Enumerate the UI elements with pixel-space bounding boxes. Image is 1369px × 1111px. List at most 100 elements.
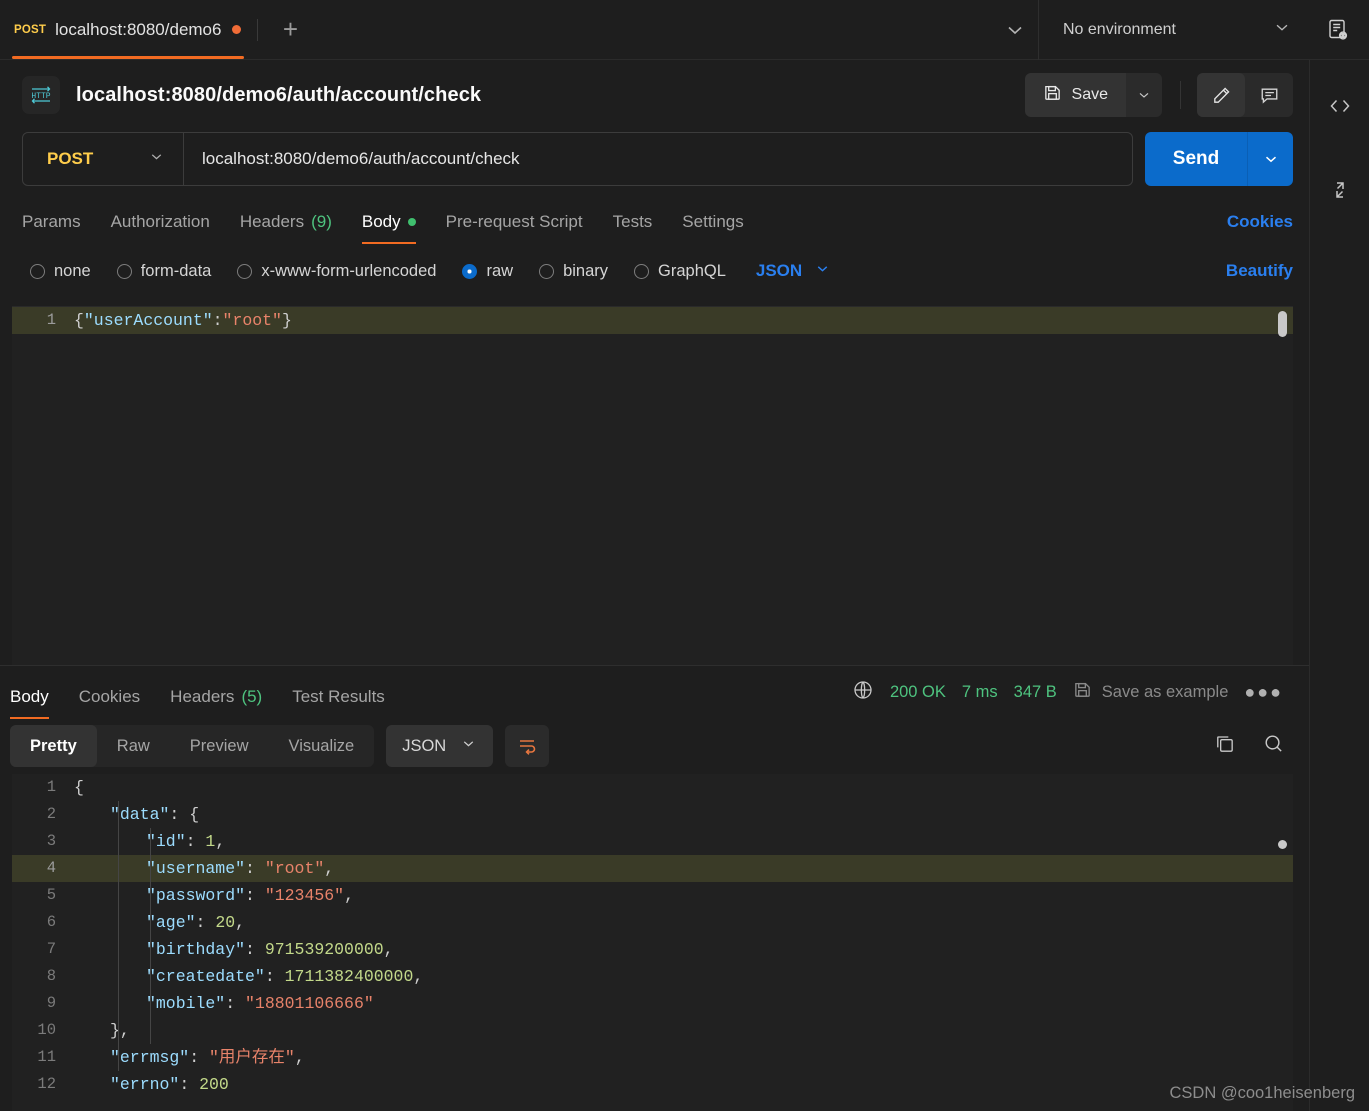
code-token: : xyxy=(245,940,265,959)
expand-collapse-icon[interactable] xyxy=(1322,172,1358,208)
wrap-lines-icon[interactable] xyxy=(505,725,550,767)
view-mode-preview[interactable]: Preview xyxy=(170,725,269,767)
code-token: : xyxy=(264,967,285,986)
tab-tests[interactable]: Tests xyxy=(613,196,653,248)
response-body-lines: 1{2 "data": {3 "id": 1, 4 "username": "root"… xyxy=(12,774,1293,1098)
tab-params[interactable]: Params xyxy=(22,196,81,248)
code-token: "userAccount" xyxy=(83,311,213,330)
new-tab-button[interactable]: + xyxy=(270,10,310,50)
workspace: HTTP localhost:8080/demo6/auth/account/c… xyxy=(0,60,1369,1111)
code-line: 10}, xyxy=(12,1017,1293,1044)
tab-authorization[interactable]: Authorization xyxy=(111,196,210,248)
response-tab-cookies[interactable]: Cookies xyxy=(79,671,140,723)
floppy-disk-icon xyxy=(1073,680,1092,704)
code-text: "birthday": 971539200000, xyxy=(74,936,394,963)
code-token: 200 xyxy=(199,1075,229,1094)
request-editor-scrollbar[interactable] xyxy=(1278,311,1287,337)
pencil-icon[interactable] xyxy=(1197,73,1245,117)
response-editor-scrollbar[interactable] xyxy=(1278,840,1287,849)
tab-label: Settings xyxy=(682,212,744,231)
view-mode-pretty[interactable]: Pretty xyxy=(10,725,97,767)
request-header: HTTP localhost:8080/demo6/auth/account/c… xyxy=(0,60,1309,130)
cookies-link[interactable]: Cookies xyxy=(1227,212,1293,232)
line-number: 8 xyxy=(46,967,56,985)
globe-icon[interactable] xyxy=(852,679,874,706)
environment-selector[interactable]: No environment xyxy=(1039,0,1307,60)
comment-icon[interactable] xyxy=(1245,73,1293,117)
line-number: 1 xyxy=(46,311,56,329)
code-line: 7 "birthday": 971539200000, xyxy=(12,936,1293,963)
code-line: 1 {"userAccount":"root"} xyxy=(12,307,1293,334)
save-options-chevron-down-icon[interactable] xyxy=(1126,73,1162,117)
response-headers-count: (5) xyxy=(241,687,263,706)
code-text: "errmsg": "用户存在", xyxy=(74,1044,305,1071)
send-options-chevron-down-icon[interactable] xyxy=(1247,132,1293,186)
request-actions-group xyxy=(1197,73,1293,117)
beautify-button[interactable]: Beautify xyxy=(1226,261,1293,281)
tab-label: Cookies xyxy=(78,687,141,706)
tab-separator xyxy=(257,18,259,41)
url-bar: POST localhost:8080/demo6/auth/account/c… xyxy=(0,132,1309,186)
line-number: 12 xyxy=(37,1075,56,1093)
environment-label: No environment xyxy=(1063,20,1176,38)
code-token: , xyxy=(235,913,246,932)
tab-settings[interactable]: Settings xyxy=(682,196,743,248)
response-tab-body[interactable]: Body xyxy=(10,671,49,723)
body-type-form-data[interactable]: form-data xyxy=(116,262,211,281)
code-text: "errno": 200 xyxy=(74,1071,229,1098)
radio-label: binary xyxy=(563,261,609,280)
response-body-editor[interactable]: 1{2 "data": {3 "id": 1, 4 "username": "root"… xyxy=(12,774,1293,1111)
postman-window: POST localhost:8080/demo6 + No environme… xyxy=(0,0,1369,1111)
response-tab-test-results[interactable]: Test Results xyxy=(292,671,385,723)
request-tab[interactable]: POST localhost:8080/demo6 xyxy=(0,0,257,59)
view-mode-visualize[interactable]: Visualize xyxy=(268,725,374,767)
view-mode-raw[interactable]: Raw xyxy=(97,725,170,767)
url-input[interactable]: localhost:8080/demo6/auth/account/check xyxy=(184,149,1132,169)
line-number: 7 xyxy=(46,940,56,958)
tab-pre-request-script[interactable]: Pre-request Script xyxy=(446,196,583,248)
radio-icon xyxy=(634,263,650,279)
code-text: "age": 20, xyxy=(74,909,245,936)
body-type-raw[interactable]: raw xyxy=(462,262,513,281)
code-token: : xyxy=(169,805,190,824)
response-tab-headers[interactable]: Headers (5) xyxy=(170,671,262,723)
http-method-select[interactable]: POST xyxy=(23,133,183,185)
tab-bar: POST localhost:8080/demo6 + No environme… xyxy=(0,0,1369,60)
body-format-select[interactable]: JSON xyxy=(756,260,831,282)
indent-guide xyxy=(118,801,119,1071)
body-type-binary[interactable]: binary xyxy=(539,262,608,281)
search-icon[interactable] xyxy=(1262,732,1285,760)
ellipsis-icon[interactable]: ●●● xyxy=(1244,682,1283,703)
response-format-select[interactable]: JSON xyxy=(386,725,494,767)
save-button-label: Save xyxy=(1071,86,1108,103)
http-method-label: POST xyxy=(47,149,94,168)
body-type-x-www-form-urlencoded[interactable]: x-www-form-urlencoded xyxy=(237,262,436,281)
line-number: 9 xyxy=(46,994,56,1012)
body-type-graphql[interactable]: GraphQL xyxy=(634,262,726,281)
code-line: 4 "username": "root", xyxy=(12,855,1293,882)
line-number: 10 xyxy=(37,1021,56,1039)
tab-headers[interactable]: Headers (9) xyxy=(240,196,332,248)
request-body-lines: 1 {"userAccount":"root"} xyxy=(12,307,1293,334)
code-token: "root" xyxy=(264,859,325,878)
body-type-none[interactable]: none xyxy=(30,262,91,281)
copy-icon[interactable] xyxy=(1213,732,1236,760)
code-token: , xyxy=(413,967,424,986)
code-line: 12 "errno": 200 xyxy=(12,1071,1293,1098)
tab-list-chevron-down-icon[interactable] xyxy=(992,20,1038,40)
code-text: "createdate": 1711382400000, xyxy=(74,963,423,990)
tab-body[interactable]: Body xyxy=(361,196,416,248)
code-snippet-icon[interactable] xyxy=(1322,88,1358,124)
code-token: "用户存在" xyxy=(209,1048,295,1067)
save-button[interactable]: Save xyxy=(1024,73,1126,117)
code-token: "id" xyxy=(146,832,186,851)
request-body-editor[interactable]: 1 {"userAccount":"root"} xyxy=(12,306,1293,665)
line-number: 5 xyxy=(46,886,56,904)
save-button-group: Save xyxy=(1024,73,1162,117)
response-size: 347 B xyxy=(1013,682,1057,701)
send-button[interactable]: Send xyxy=(1145,132,1247,186)
indent-guide xyxy=(150,828,151,1044)
code-line: 2 "data": { xyxy=(12,801,1293,828)
save-as-example-button[interactable]: Save as example xyxy=(1073,680,1228,704)
environment-quick-look-icon[interactable] xyxy=(1307,0,1369,60)
